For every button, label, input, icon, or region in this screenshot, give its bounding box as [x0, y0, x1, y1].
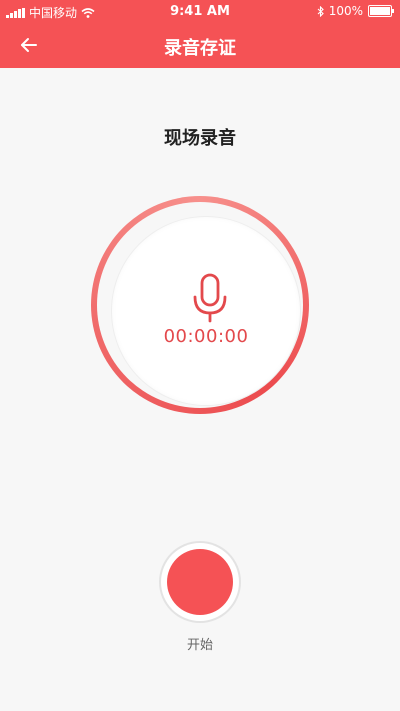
recording-panel: 00:00:00	[112, 217, 300, 405]
ring-gap: 00:00:00	[97, 202, 303, 408]
record-dot	[167, 549, 233, 615]
recording-timer: 00:00:00	[163, 326, 249, 347]
start-label: 开始	[186, 638, 213, 653]
battery-percent: 100%	[328, 4, 363, 18]
start-record-button[interactable]	[161, 543, 239, 621]
recording-ring: 00:00:00	[91, 196, 309, 414]
microphone-icon	[193, 273, 227, 323]
battery-icon	[368, 5, 394, 17]
header-bar: 中国移动 9:41 AM 100% 录音存证	[0, 0, 400, 68]
section-title: 现场录音	[164, 128, 236, 149]
page-title: 录音存证	[164, 38, 236, 59]
status-bar: 中国移动 9:41 AM 100%	[0, 0, 400, 22]
nav-bar: 录音存证	[0, 26, 400, 66]
status-right: 100%	[317, 4, 394, 18]
bluetooth-icon	[317, 5, 324, 17]
